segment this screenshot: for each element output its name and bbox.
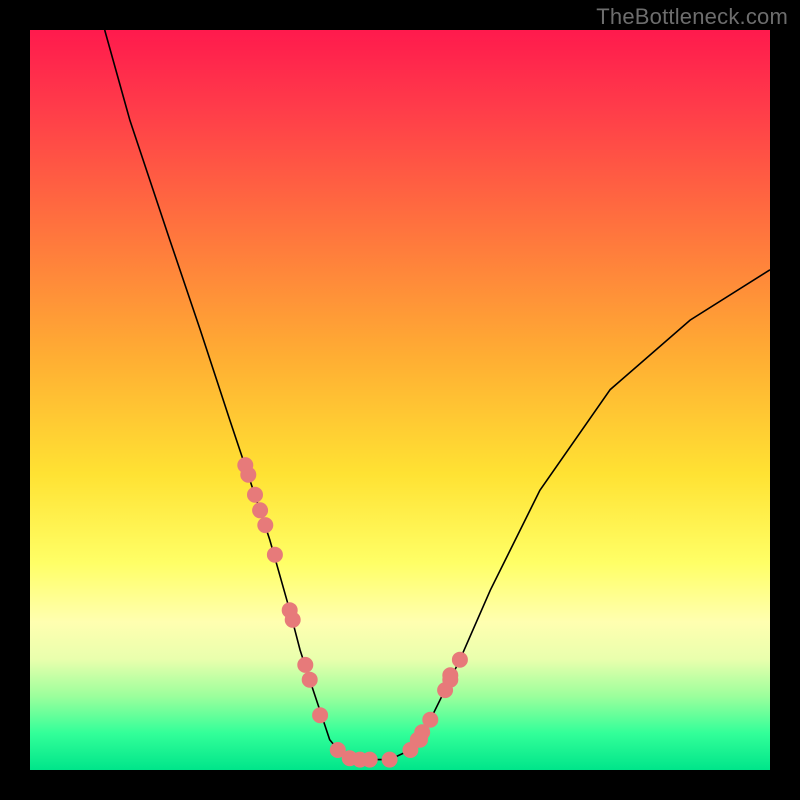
watermark-text: TheBottleneck.com (596, 4, 788, 30)
scatter-dot (267, 547, 282, 562)
scatter-dot (285, 612, 300, 627)
scatter-dot (248, 487, 263, 502)
scatter-dot (410, 732, 425, 747)
scatter-dot (298, 657, 313, 672)
scatter-dot (413, 732, 428, 747)
plot-area (30, 30, 770, 770)
scatter-dot (282, 603, 297, 618)
scatter-dot (452, 652, 467, 667)
scatter-dot (330, 743, 345, 758)
scatter-dot (403, 743, 418, 758)
scatter-dot (241, 467, 256, 482)
scatter-dot (382, 752, 397, 767)
scatter-dot (238, 458, 253, 473)
scatter-dot (313, 708, 328, 723)
scatter-dot (423, 712, 438, 727)
chart-svg (30, 30, 770, 770)
scatter-dot (353, 752, 368, 767)
bottleneck-curve (105, 30, 770, 760)
scatter-dot (415, 725, 430, 740)
scatter-dot (362, 752, 377, 767)
scatter-markers (238, 458, 468, 767)
scatter-dot (342, 751, 357, 766)
scatter-dot (443, 668, 458, 683)
scatter-dot (258, 518, 273, 533)
scatter-dot (253, 503, 268, 518)
scatter-dot (438, 683, 453, 698)
scatter-dot (443, 672, 458, 687)
chart-frame: TheBottleneck.com (0, 0, 800, 800)
scatter-dot (302, 672, 317, 687)
